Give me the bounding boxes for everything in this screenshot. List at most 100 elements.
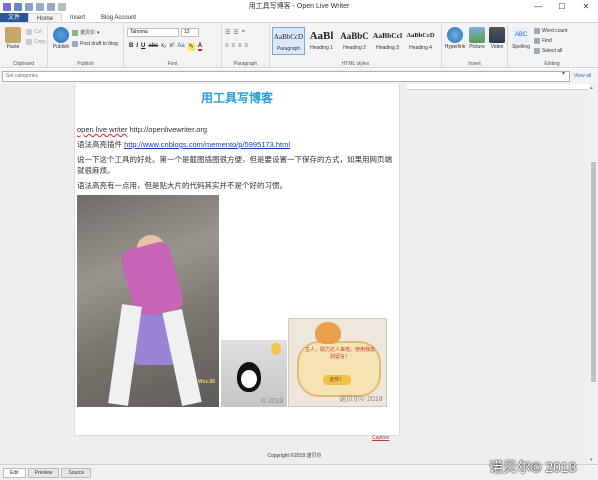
blog-icon <box>72 29 78 36</box>
tab-edit[interactable]: Edit <box>3 467 26 478</box>
font-family-select[interactable]: Tahoma <box>127 28 179 37</box>
post-page[interactable]: 用工具写博客 open live writer http://openlivew… <box>74 84 400 436</box>
dog-ok-button: 走你！ <box>323 375 351 385</box>
corner-watermark: 诺贝尔© 2018 <box>489 459 577 475</box>
tab-insert[interactable]: Insert <box>62 13 93 22</box>
tab-preview[interactable]: Preview <box>27 467 60 478</box>
highlight-icon[interactable]: ✎ <box>187 43 195 51</box>
close-button[interactable]: ✕ <box>574 0 598 13</box>
paragraph-4: 语法高亮有一点用，但是贴大片的代码其实并不是个好的习惯。 <box>77 181 287 190</box>
numbered-list-icon[interactable]: ☰ <box>233 29 238 36</box>
style-paragraph[interactable]: AaBbCcD Paragraph <box>272 27 305 55</box>
caption-link[interactable]: Caption <box>372 435 389 441</box>
style-heading-1[interactable]: AaBl Heading 1 <box>305 27 338 55</box>
minimize-button[interactable]: — <box>526 0 550 13</box>
photo-watermark: Wxz.86 <box>198 379 215 385</box>
font-color-button[interactable]: A <box>197 43 203 51</box>
hyperlink-button[interactable]: Hyperlink <box>444 27 466 50</box>
html-styles-group-label: HTML styles <box>341 61 370 67</box>
publish-button[interactable]: Publish <box>50 27 72 50</box>
plugin-link[interactable]: http://www.cnblogs.com/memento/p/5995173… <box>124 140 290 149</box>
sidebar-panel <box>407 84 589 90</box>
style-heading-2[interactable]: AaBbC Heading 2 <box>338 27 371 55</box>
superscript-button[interactable]: x² <box>169 43 174 51</box>
scroll-up-icon[interactable]: ▴ <box>590 85 593 91</box>
html-styles-group: AaBbCcD Paragraph AaBl Heading 1 AaBbC H… <box>270 25 442 67</box>
bold-button[interactable]: B <box>129 43 133 51</box>
tab-blog-account[interactable]: Blog Account <box>93 13 144 22</box>
paste-button[interactable]: Paste <box>2 27 24 50</box>
dog-dialog-image[interactable]: 主人，助力达人来啦，使用我去别留言！ 走你！ 诺贝尔© 2018 <box>288 318 387 407</box>
draft-icon <box>72 41 78 47</box>
video-icon <box>489 27 505 43</box>
paste-icon <box>5 27 21 43</box>
paragraph-1: open live writer http://openlivewriter.o… <box>77 124 207 135</box>
word-count-button[interactable]: Word count <box>534 28 567 34</box>
lightbulb-icon <box>271 343 281 355</box>
plugin-text: 语法高亮插件 <box>77 140 122 149</box>
clear-format-button[interactable]: Aa <box>177 43 184 51</box>
paragraph-group-label: Paragraph <box>233 61 258 67</box>
qq-image[interactable]: © 2018 <box>221 340 287 407</box>
align-left-icon[interactable]: ≡ <box>225 43 229 49</box>
paragraph-2: 语法高亮插件 http://www.cnblogs.com/memento/p/… <box>77 139 290 150</box>
align-center-icon[interactable]: ≡ <box>232 43 236 49</box>
copy-button[interactable]: Copy <box>26 39 46 45</box>
dog-watermark: 诺贝尔© 2018 <box>339 396 383 403</box>
post-title[interactable]: 用工具写博客 <box>75 89 399 106</box>
select-all-button[interactable]: Select all <box>534 48 562 54</box>
underline-button[interactable]: U <box>141 43 145 51</box>
editing-group: ABC Spelling Word count Find Select all … <box>508 25 596 67</box>
font-size-select[interactable]: 12 <box>181 28 199 37</box>
picture-button[interactable]: Picture <box>466 27 488 50</box>
video-button[interactable]: Video <box>486 27 508 50</box>
chevron-down-icon[interactable]: ▾ <box>562 70 565 77</box>
tab-source[interactable]: Source <box>61 467 92 478</box>
italic-button[interactable]: I <box>136 43 138 51</box>
subscript-button[interactable]: x₂ <box>161 43 166 51</box>
post-draft-button[interactable]: Post draft to blog <box>72 41 118 47</box>
style-heading-4[interactable]: AaBbCcD Heading 4 <box>404 27 437 55</box>
insert-group: Hyperlink Picture Video Insert <box>442 25 508 67</box>
style-heading-3[interactable]: AaBbCcl Heading 3 <box>371 27 404 55</box>
clipboard-group-label: Clipboard <box>12 61 35 67</box>
bullet-list-icon[interactable]: ☰ <box>225 29 230 36</box>
blog-account-dropdown[interactable]: 诺贝尔 ▾ <box>72 29 100 36</box>
font-group: Tahoma 12 B I U abc x₂ x² Aa ✎ A Font <box>124 25 222 67</box>
paragraph-group: ☰ ☰ ❝ ≡ ≡ ≡ ≡ Paragraph <box>222 25 270 67</box>
scissors-icon <box>26 29 32 35</box>
vertical-scrollbar[interactable]: ▴ ▾ <box>589 84 598 464</box>
globe-icon <box>53 27 69 43</box>
ribbon: Paste Cut Copy Clipboard Publish 诺贝尔 ▾ Po… <box>0 23 598 68</box>
scroll-down-icon[interactable]: ▾ <box>590 457 593 463</box>
paragraph-3: 说一下这个工具的好处。第一个是截图插图很方便，但是要设置一下保存的方式，如果用网… <box>77 155 392 175</box>
find-icon <box>534 38 540 44</box>
olw-text: open live writer <box>77 125 128 134</box>
clipboard-group: Paste Cut Copy Clipboard <box>0 25 48 67</box>
spelling-icon: ABC <box>513 27 529 43</box>
title-bar: 用工具写博客 - Open Live Writer — ☐ ✕ <box>0 0 598 13</box>
dog-icon <box>315 322 341 344</box>
editing-group-label: Editing <box>544 61 560 67</box>
strikethrough-button[interactable]: abc <box>148 43 158 51</box>
justify-icon[interactable]: ≡ <box>245 43 249 49</box>
blockquote-icon[interactable]: ❝ <box>242 29 245 36</box>
find-button[interactable]: Find <box>534 38 552 44</box>
publish-group: Publish 诺贝尔 ▾ Post draft to blog Publish <box>48 25 124 67</box>
tab-file[interactable]: 文件 <box>0 13 29 22</box>
ribbon-tabs: 文件 Home Insert Blog Account <box>0 13 598 23</box>
align-right-icon[interactable]: ≡ <box>238 43 242 49</box>
view-all-link[interactable]: View all <box>574 73 591 79</box>
olw-link[interactable]: http://openlivewriter.org <box>130 125 208 134</box>
word-count-icon <box>534 28 540 34</box>
hyperlink-icon <box>447 27 463 43</box>
maximize-button[interactable]: ☐ <box>550 0 574 13</box>
scroll-thumb[interactable] <box>591 162 596 382</box>
spelling-button[interactable]: ABC Spelling <box>510 27 532 50</box>
dog-message: 主人，助力达人来啦，使用我去别留言！ <box>305 347 376 360</box>
insert-group-label: Insert <box>468 61 481 67</box>
cut-button[interactable]: Cut <box>26 29 42 35</box>
inline-photo[interactable]: Wxz.86 <box>77 195 219 407</box>
categories-input[interactable]: Set categories <box>2 71 570 82</box>
tab-home[interactable]: Home <box>28 13 63 22</box>
